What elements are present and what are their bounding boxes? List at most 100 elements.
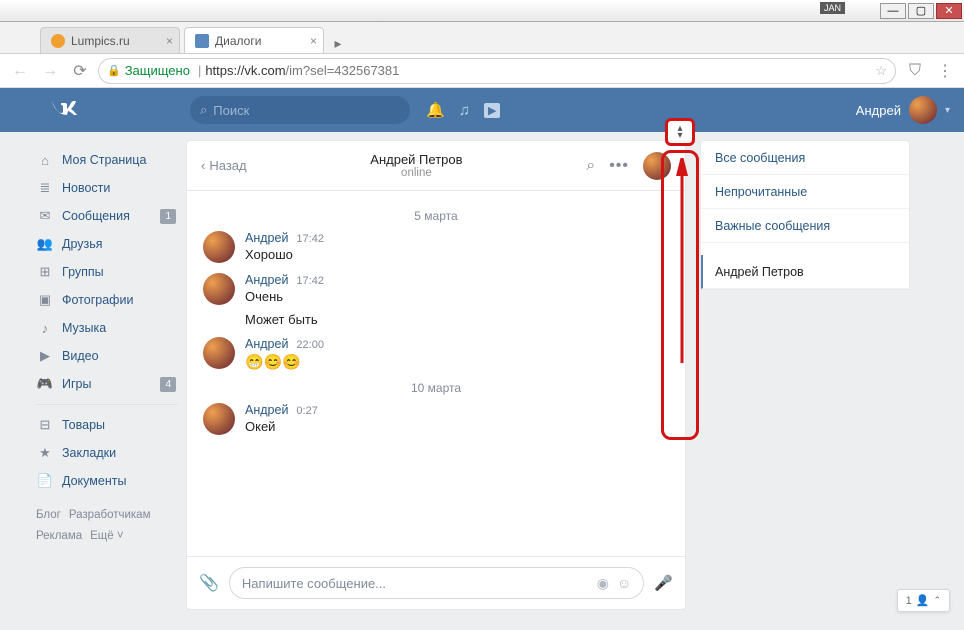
filter-important[interactable]: Важные сообщения <box>701 209 909 243</box>
chevron-left-icon: ‹ <box>201 158 205 173</box>
chat-body[interactable]: 5 марта Андрей17:42 Хорошо Андрей17:42 О… <box>187 191 685 556</box>
favicon-icon <box>195 34 209 48</box>
browser-addressbar: ← → ⟳ 🔒 Защищено | https://vk.com /im?se… <box>0 54 964 88</box>
mic-icon[interactable]: 🎤 <box>654 574 673 592</box>
chat-panel: ‹ Назад Андрей Петров online ⌕ ••• 5 мар… <box>186 140 686 610</box>
sidebar-item-music[interactable]: ♪Музыка <box>36 314 186 342</box>
tab-label: Lumpics.ru <box>71 34 130 48</box>
url-input[interactable]: 🔒 Защищено | https://vk.com /im?sel=4325… <box>98 58 896 84</box>
footer-blog[interactable]: Блог <box>36 509 61 521</box>
games-icon: 🎮 <box>36 376 54 392</box>
sidebar-item-friends[interactable]: 👥Друзья <box>36 230 186 258</box>
message-icon: ✉ <box>36 208 54 224</box>
news-icon: ≣ <box>36 180 54 196</box>
bookmark-star-icon[interactable]: ☆ <box>875 63 887 79</box>
avatar[interactable] <box>203 231 235 263</box>
sidebar-item-games[interactable]: 🎮Игры4 <box>36 370 186 398</box>
msg-text: Очень <box>245 289 324 304</box>
message-row: Андрей22:00 😁😊😊 <box>203 337 669 371</box>
new-tab-button[interactable]: ▸ <box>328 33 348 53</box>
chat-header-actions: ⌕ ••• <box>586 152 671 180</box>
window-maximize-button[interactable]: ▢ <box>908 3 934 19</box>
username-label: Андрей <box>856 103 901 118</box>
notifications-icon[interactable]: 🔔 <box>426 101 445 119</box>
nav-back-button[interactable]: ← <box>8 59 32 83</box>
sidebar-item-photos[interactable]: ▣Фотографии <box>36 286 186 314</box>
search-icon: ⌕ <box>200 102 207 118</box>
header-icons: 🔔 ♫ ▶ <box>426 101 500 119</box>
sidebar-item-market[interactable]: ⊟Товары <box>36 411 186 439</box>
browser-tab-2[interactable]: Диалоги × <box>184 27 324 53</box>
nav-forward-button[interactable]: → <box>38 59 62 83</box>
market-icon: ⊟ <box>36 417 54 433</box>
url-path: /im?sel=432567381 <box>286 63 400 78</box>
nav-reload-button[interactable]: ⟳ <box>68 59 92 83</box>
search-icon[interactable]: ⌕ <box>586 157 595 175</box>
peer-name: Андрей Петров <box>247 152 587 167</box>
browser-tab-1[interactable]: Lumpics.ru × <box>40 27 180 53</box>
msg-author[interactable]: Андрей <box>245 273 288 287</box>
msg-text: 😁😊😊 <box>245 353 324 371</box>
tab-close-icon[interactable]: × <box>166 34 173 48</box>
message-row: Андрей0:27 Окей <box>203 403 669 435</box>
profile-menu[interactable]: Андрей ▾ <box>856 96 950 124</box>
chat-input-bar: 📎 Напишите сообщение... ◉ ☺ 🎤 <box>187 556 685 609</box>
msg-text: Хорошо <box>245 247 324 262</box>
extension-button[interactable]: ⛉ <box>904 60 926 82</box>
attach-icon[interactable]: 📎 <box>199 573 219 593</box>
msg-text: Окей <box>245 419 318 434</box>
window-close-button[interactable]: ✕ <box>936 3 962 19</box>
msg-time: 17:42 <box>296 233 324 245</box>
window-minimize-button[interactable]: — <box>880 3 906 19</box>
message-input[interactable]: Напишите сообщение... ◉ ☺ <box>229 567 644 599</box>
filter-peer[interactable]: Андрей Петров <box>701 255 909 289</box>
chevron-up-icon: ⌃ <box>933 595 941 606</box>
secure-label: Защищено <box>125 63 190 78</box>
caret-down-icon: ▾ <box>945 105 950 116</box>
avatar[interactable] <box>203 403 235 435</box>
separator <box>36 404 178 405</box>
vk-body: ⌂Моя Страница ≣Новости ✉Сообщения1 👥Друз… <box>0 132 964 630</box>
vk-logo[interactable] <box>50 98 90 122</box>
sidebar-item-bookmarks[interactable]: ★Закладки <box>36 439 186 467</box>
back-button[interactable]: ‹ Назад <box>201 158 247 173</box>
search-input[interactable]: ⌕ Поиск <box>190 96 410 124</box>
sidebar-footer: Блог Разработчикам Реклама Ещё ˅ <box>36 495 186 546</box>
avatar[interactable] <box>203 337 235 369</box>
sidebar-item-docs[interactable]: 📄Документы <box>36 467 186 495</box>
friends-icon: 👥 <box>36 236 54 252</box>
music-icon[interactable]: ♫ <box>459 102 470 119</box>
annotation-scroll-target: ▴▾ <box>665 118 695 146</box>
avatar[interactable] <box>203 273 235 305</box>
browser-menu-button[interactable]: ⋮ <box>934 60 956 82</box>
sidebar-item-video[interactable]: ▶Видео <box>36 342 186 370</box>
search-placeholder: Поиск <box>213 103 249 118</box>
filter-all[interactable]: Все сообщения <box>701 141 909 175</box>
message-row: Андрей17:42 Очень Может быть <box>203 273 669 327</box>
footer-devs[interactable]: Разработчикам <box>69 509 151 521</box>
doc-icon: 📄 <box>36 473 54 489</box>
browser-tabbar: Lumpics.ru × Диалоги × ▸ <box>0 22 964 54</box>
footer-more[interactable]: Ещё ˅ <box>90 530 123 542</box>
date-header: 10 марта <box>203 381 669 395</box>
bottom-notification[interactable]: 1 👤 ⌃ <box>897 589 950 612</box>
chat-peer[interactable]: Андрей Петров online <box>247 152 587 179</box>
badge: 4 <box>160 377 176 392</box>
tab-close-icon[interactable]: × <box>310 34 317 48</box>
msg-author[interactable]: Андрей <box>245 337 288 351</box>
video-icon: ▶ <box>36 348 54 364</box>
jan-badge: JAN <box>820 2 845 14</box>
msg-author[interactable]: Андрей <box>245 403 288 417</box>
footer-ads[interactable]: Реклама <box>36 530 82 542</box>
msg-author[interactable]: Андрей <box>245 231 288 245</box>
more-icon[interactable]: ••• <box>609 157 629 175</box>
filter-unread[interactable]: Непрочитанные <box>701 175 909 209</box>
camera-icon[interactable]: ◉ <box>597 575 609 592</box>
sidebar-item-groups[interactable]: ⊞Группы <box>36 258 186 286</box>
sidebar-item-messages[interactable]: ✉Сообщения1 <box>36 202 186 230</box>
video-play-icon[interactable]: ▶ <box>484 103 500 118</box>
emoji-icon[interactable]: ☺ <box>617 575 631 592</box>
sidebar-item-news[interactable]: ≣Новости <box>36 174 186 202</box>
sidebar-item-mypage[interactable]: ⌂Моя Страница <box>36 146 186 174</box>
favicon-icon <box>51 34 65 48</box>
